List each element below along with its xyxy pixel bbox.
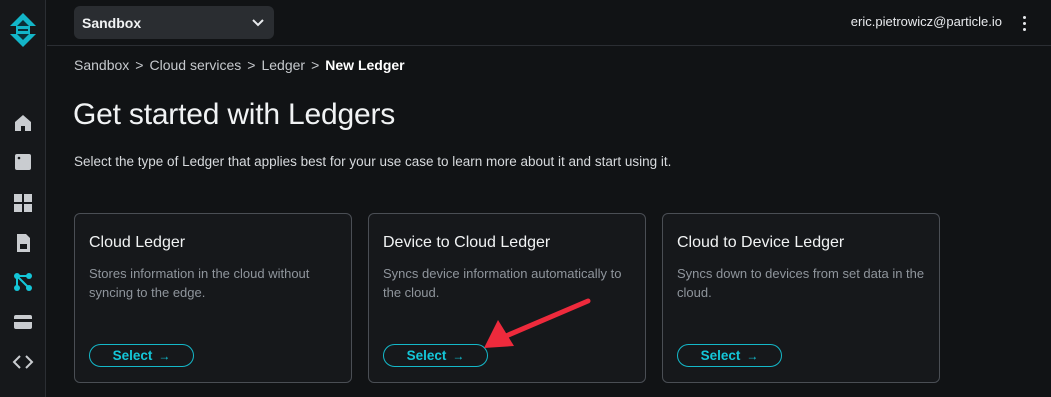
cloud-ledger-card: Cloud Ledger Stores information in the c… [74, 213, 352, 383]
breadcrumb-ledger[interactable]: Ledger [261, 57, 305, 73]
select-cloud-ledger-button[interactable]: Select → [89, 344, 194, 367]
arrow-right-icon: → [746, 348, 759, 363]
org-selector-value: Sandbox [82, 14, 142, 31]
breadcrumb-sandbox[interactable]: Sandbox [74, 57, 129, 73]
select-button-label: Select [700, 348, 741, 363]
org-selector[interactable]: Sandbox [74, 6, 274, 39]
billing-icon[interactable] [11, 310, 35, 334]
grid-icon[interactable] [11, 191, 35, 215]
sidebar [0, 0, 46, 397]
annotation-arrow-icon [484, 298, 591, 348]
more-menu-icon[interactable] [1017, 12, 1031, 34]
card-title: Cloud Ledger [89, 234, 186, 251]
select-cloud-to-device-ledger-button[interactable]: Select → [677, 344, 782, 367]
select-button-label: Select [112, 348, 153, 363]
chevron-down-icon [252, 18, 264, 26]
breadcrumb: Sandbox > Cloud services > Ledger > New … [74, 57, 405, 73]
select-button-label: Select [406, 348, 447, 363]
card-description: Stores information in the cloud without … [89, 266, 310, 300]
home-icon[interactable] [11, 111, 35, 135]
arrow-right-icon: → [452, 348, 465, 363]
page-subtitle: Select the type of Ledger that applies b… [74, 154, 672, 169]
code-icon[interactable] [11, 350, 35, 374]
arrow-right-icon: → [158, 348, 171, 363]
breadcrumb-separator-icon: > [135, 57, 144, 73]
user-email[interactable]: eric.pietrowicz@particle.io [851, 14, 1002, 29]
breadcrumb-new-ledger: New Ledger [325, 57, 405, 73]
breadcrumb-separator-icon: > [311, 57, 320, 73]
breadcrumb-separator-icon: > [247, 57, 256, 73]
cloud-services-icon[interactable] [11, 270, 35, 294]
card-title: Device to Cloud Ledger [383, 234, 551, 251]
topbar: Sandbox eric.pietrowicz@particle.io [47, 0, 1051, 46]
card-description: Syncs down to devices from set data in t… [677, 266, 925, 300]
breadcrumb-cloud-services[interactable]: Cloud services [149, 57, 241, 73]
device-icon[interactable] [11, 150, 35, 174]
page-title: Get started with Ledgers [73, 98, 396, 131]
card-title: Cloud to Device Ledger [677, 234, 845, 251]
document-icon[interactable] [11, 231, 35, 255]
cloud-to-device-ledger-card: Cloud to Device Ledger Syncs down to dev… [662, 213, 940, 383]
select-device-to-cloud-ledger-button[interactable]: Select → [383, 344, 488, 367]
particle-logo-icon[interactable] [9, 12, 37, 48]
